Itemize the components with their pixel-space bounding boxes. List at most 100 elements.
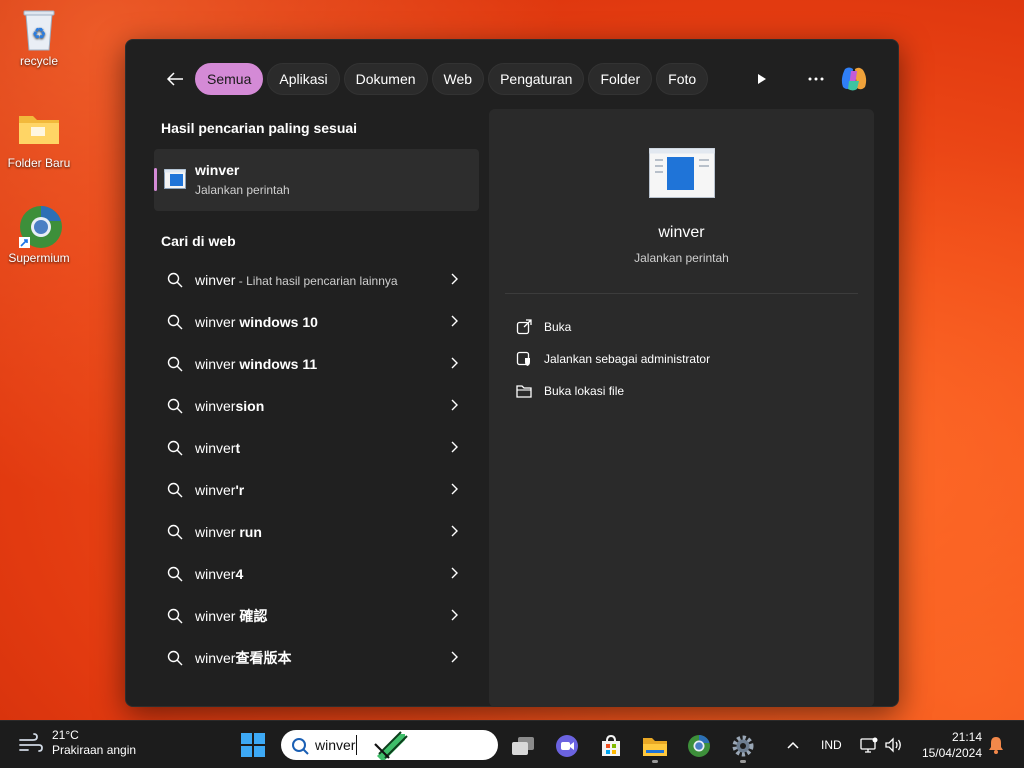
search-panel: Semua Aplikasi Dokumen Web Pengaturan Fo… [125, 39, 899, 707]
windows-logo-icon [241, 733, 265, 757]
chevron-up-icon [787, 741, 799, 749]
clock-time: 21:14 [951, 730, 982, 744]
system-clock[interactable]: 21:14 15/04/2024 [912, 729, 982, 761]
chevron-right-icon [451, 357, 458, 369]
chevron-right-icon [451, 567, 458, 579]
search-icon [167, 440, 183, 456]
action-open[interactable]: Buka [515, 311, 710, 343]
web-suggestion-item[interactable]: winver - Lihat hasil pencarian lainnya [154, 259, 480, 301]
filter-chip-pengaturan[interactable]: Pengaturan [488, 63, 585, 95]
winver-app-icon [164, 169, 186, 194]
suggestion-completion: sion [235, 398, 265, 414]
open-external-icon [515, 318, 533, 336]
search-icon [167, 356, 183, 372]
ellipsis-icon [808, 77, 824, 81]
filter-chip-web[interactable]: Web [431, 63, 485, 95]
search-icon [167, 314, 183, 330]
suggestion-query: winver [195, 566, 236, 582]
search-query-text: winver [315, 737, 356, 753]
suggestion-completion: 確認 [239, 608, 268, 624]
best-match-result[interactable]: winver Jalankan perintah [154, 149, 479, 211]
chevron-right-icon [451, 609, 458, 621]
web-suggestion-item[interactable]: winver查看版本 [154, 637, 480, 679]
web-suggestion-item[interactable]: winvert [154, 427, 480, 469]
gear-icon [732, 735, 754, 757]
web-suggestion-item[interactable]: winver windows 10 [154, 301, 480, 343]
supermium-browser-icon [17, 203, 62, 248]
web-suggestion-text: winver - Lihat hasil pencarian lainnya [195, 272, 398, 288]
action-open-file-location-label: Buka lokasi file [544, 384, 625, 398]
web-suggestion-item[interactable]: winver4 [154, 553, 480, 595]
suggestion-completion: 'r [235, 482, 245, 498]
svg-text:♻: ♻ [32, 24, 46, 43]
web-suggestion-text: winvert [195, 440, 240, 456]
search-filter-bar: Semua Aplikasi Dokumen Web Pengaturan Fo… [126, 62, 898, 96]
web-suggestion-text: winver 確認 [195, 606, 267, 626]
volume-indicator[interactable] [884, 721, 904, 768]
filter-chip-dokumen[interactable]: Dokumen [343, 63, 428, 95]
arrow-left-icon [166, 72, 183, 86]
folder-icon [17, 108, 61, 152]
results-column: Hasil pencarian paling sesuai winver Jal… [154, 120, 480, 679]
meet-app-button[interactable] [554, 733, 580, 759]
taskbar: 21°C Prakiraan angin winver IND 21:14 15… [0, 720, 1024, 768]
weather-widget[interactable]: 21°C Prakiraan angin [18, 728, 136, 758]
wind-icon [19, 733, 43, 752]
settings-taskbar-button[interactable] [730, 733, 756, 759]
start-button[interactable] [241, 733, 267, 759]
search-icon [167, 398, 183, 414]
desktop-icon-recycle[interactable]: ♻ recycle [4, 6, 74, 68]
show-hidden-icons-button[interactable] [786, 721, 800, 768]
suggestion-suffix: - Lihat hasil pencarian lainnya [235, 274, 398, 288]
filter-chip-folder[interactable]: Folder [588, 63, 653, 95]
filter-chips: Semua Aplikasi Dokumen Web Pengaturan Fo… [195, 63, 709, 95]
speaker-icon [885, 737, 901, 753]
selection-accent [154, 168, 157, 191]
action-run-as-admin[interactable]: Jalankan sebagai administrator [515, 343, 710, 375]
input-language-indicator[interactable]: IND [821, 721, 842, 768]
more-options-button[interactable] [804, 62, 828, 96]
supermium-browser-icon [688, 735, 710, 757]
detail-divider [505, 293, 858, 294]
running-indicator [652, 760, 658, 763]
filter-chip-aplikasi[interactable]: Aplikasi [267, 63, 340, 95]
suggestion-query: winver [195, 524, 240, 540]
task-view-button[interactable] [510, 733, 536, 759]
notifications-button[interactable] [988, 721, 1004, 768]
chevron-right-icon [451, 483, 458, 495]
desktop-icon-folder-baru[interactable]: Folder Baru [4, 108, 74, 170]
web-suggestion-item[interactable]: winver windows 11 [154, 343, 480, 385]
suggestion-completion: t [235, 440, 241, 456]
web-suggestion-item[interactable]: winversion [154, 385, 480, 427]
search-icon [167, 524, 183, 540]
copilot-button[interactable] [838, 64, 870, 94]
recycle-bin-icon: ♻ [17, 6, 61, 51]
web-suggestion-item[interactable]: winver'r [154, 469, 480, 511]
filter-chip-foto[interactable]: Foto [656, 63, 709, 95]
desktop-icon-label: recycle [19, 54, 58, 68]
play-icon [758, 74, 766, 84]
chevron-right-icon [451, 273, 458, 285]
suggestion-completion: windows 11 [239, 356, 318, 372]
web-suggestion-item[interactable]: winver run [154, 511, 480, 553]
running-indicator [740, 760, 746, 763]
action-open-file-location[interactable]: Buka lokasi file [515, 375, 710, 407]
action-open-label: Buka [544, 320, 572, 334]
web-suggestion-text: winversion [195, 398, 264, 414]
desktop-icon-supermium[interactable]: Supermium [4, 203, 74, 265]
search-highlight-icon [374, 731, 408, 760]
suggestion-query: winver [195, 608, 240, 624]
more-filters-button[interactable] [750, 62, 774, 96]
back-button[interactable] [160, 62, 190, 96]
bell-icon [989, 737, 1003, 754]
taskbar-search-input[interactable]: winver [281, 730, 498, 760]
filter-chip-semua[interactable]: Semua [195, 63, 264, 95]
copilot-icon [841, 67, 867, 91]
chevron-right-icon [451, 651, 458, 663]
web-suggestion-item[interactable]: winver 確認 [154, 595, 480, 637]
store-app-button[interactable] [598, 733, 624, 759]
network-indicator[interactable] [860, 721, 878, 768]
file-explorer-button[interactable] [642, 733, 668, 759]
supermium-taskbar-button[interactable] [686, 733, 712, 759]
desktop-icon-label: Supermium [8, 251, 70, 265]
